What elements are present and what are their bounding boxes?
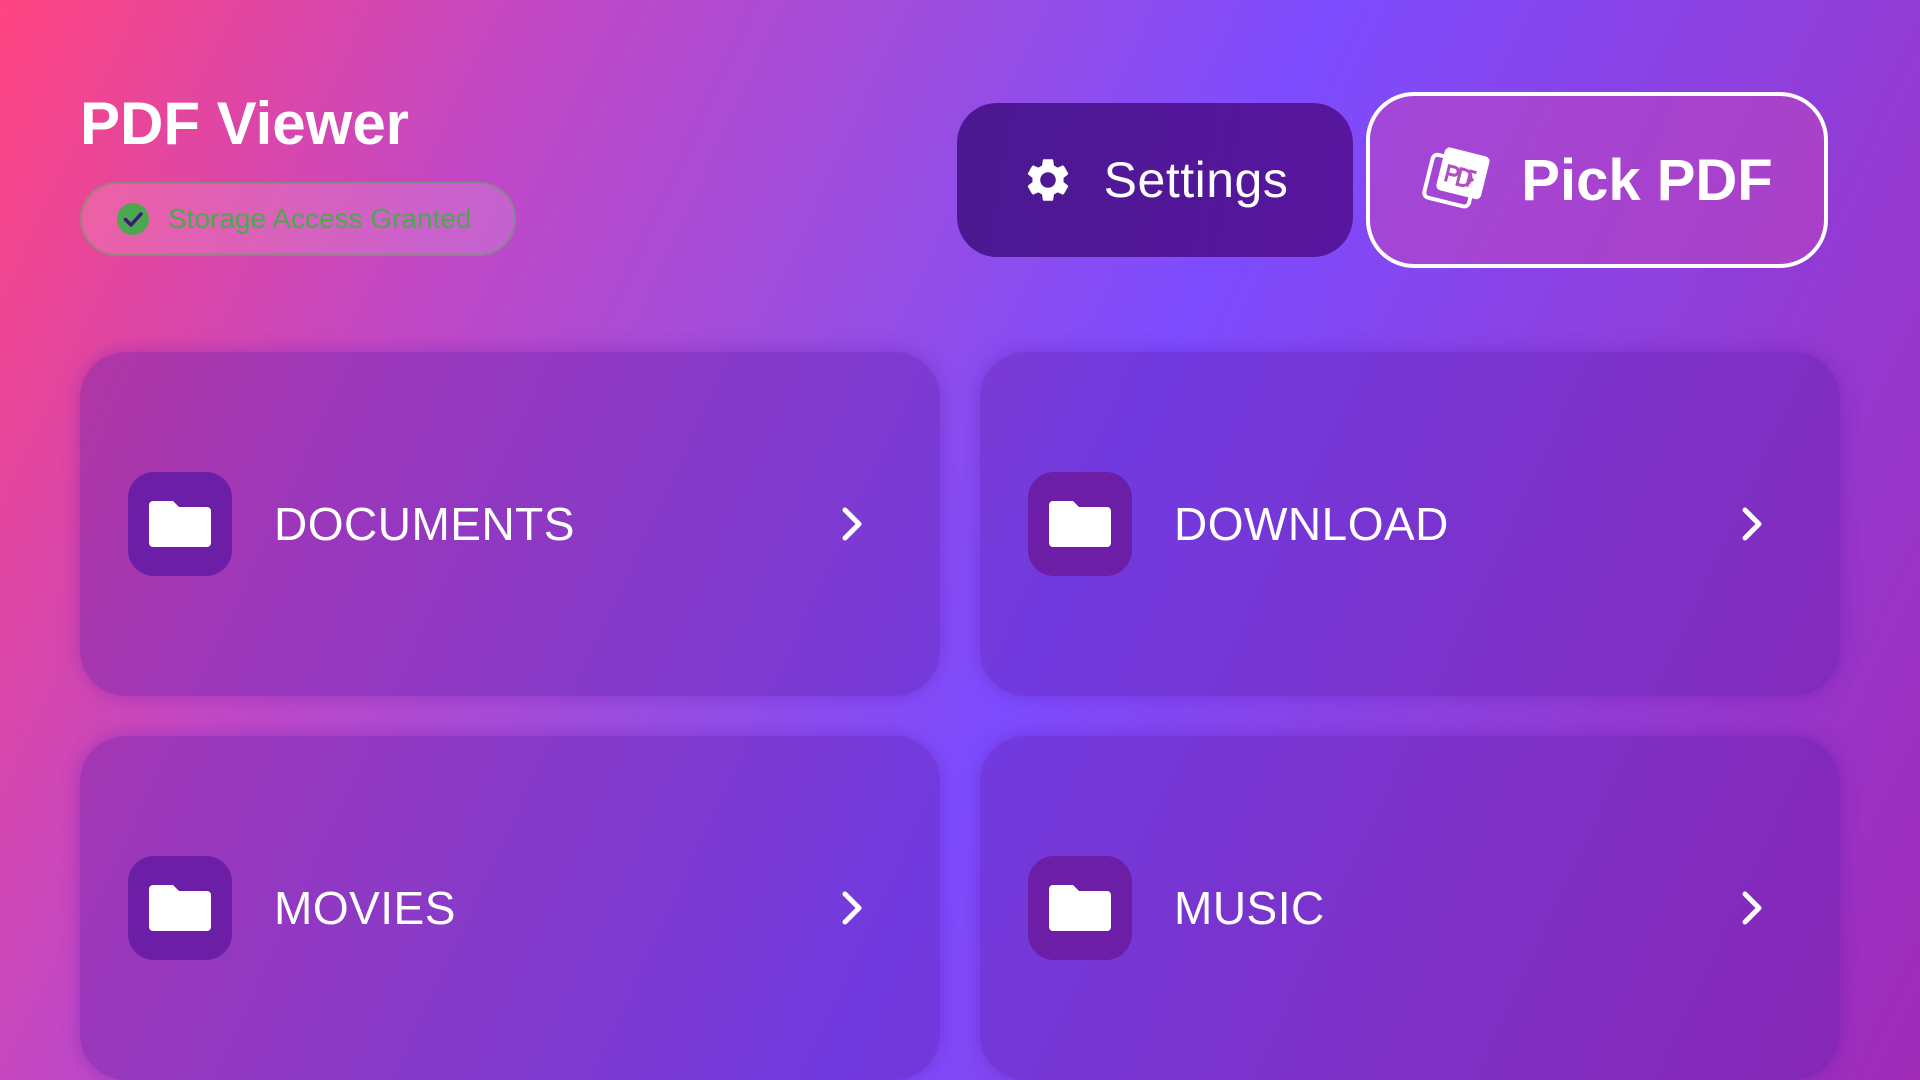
chevron-right-icon (1732, 504, 1772, 544)
folder-icon (149, 881, 211, 936)
folder-tile (1028, 472, 1132, 576)
app-window: PDF Viewer Storage Access Granted Settin… (0, 0, 1920, 1080)
chevron-right-icon (1732, 888, 1772, 928)
folder-tile (128, 856, 232, 960)
page-title: PDF Viewer (80, 90, 410, 157)
pick-pdf-button[interactable]: Pick PDF (1366, 92, 1828, 268)
chevron-right-icon (832, 888, 872, 928)
folder-label: DOCUMENTS (274, 498, 575, 550)
folder-label: MUSIC (1174, 882, 1325, 934)
settings-button[interactable]: Settings (957, 103, 1353, 257)
folder-card-music[interactable]: MUSIC (980, 736, 1840, 1080)
folder-label: DOWNLOAD (1174, 498, 1449, 550)
folder-label: MOVIES (274, 882, 456, 934)
pdf-file-icon (1421, 147, 1491, 213)
storage-status-label: Storage Access Granted (168, 203, 472, 234)
folder-icon (1049, 497, 1111, 552)
folder-card-download[interactable]: DOWNLOAD (980, 352, 1840, 696)
chevron-right-icon (832, 504, 872, 544)
pick-pdf-button-label: Pick PDF (1521, 147, 1773, 213)
settings-button-label: Settings (1103, 152, 1289, 208)
folder-icon (1049, 881, 1111, 936)
folder-icon (149, 497, 211, 552)
folder-card-movies[interactable]: MOVIES (80, 736, 940, 1080)
storage-status-badge: Storage Access Granted (80, 182, 516, 256)
folder-tile (1028, 856, 1132, 960)
folder-card-documents[interactable]: DOCUMENTS (80, 352, 940, 696)
gear-icon (1022, 154, 1074, 206)
check-circle-icon (116, 202, 150, 236)
folder-tile (128, 472, 232, 576)
